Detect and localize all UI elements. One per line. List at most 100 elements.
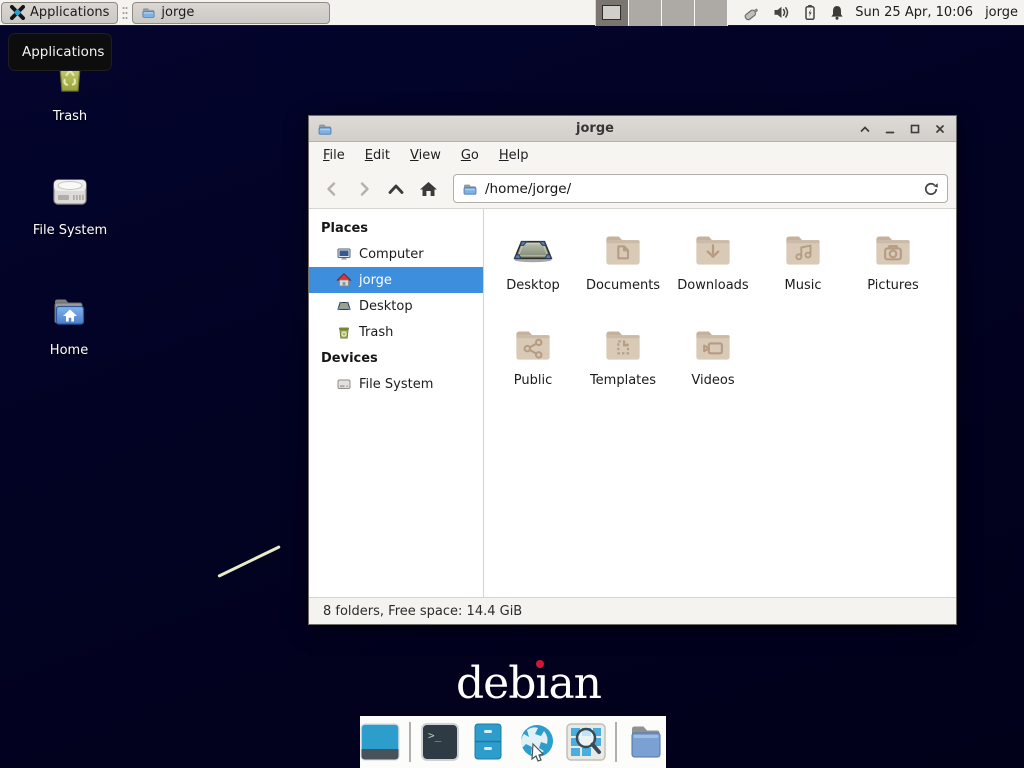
file-item-label: Pictures (848, 278, 938, 293)
menu-help[interactable]: Help (489, 144, 539, 167)
sidebar: Places Computer jorge (309, 209, 484, 597)
notifications-bell-icon[interactable] (829, 4, 845, 21)
music-folder-icon (778, 225, 828, 275)
xfce-logo-icon (10, 5, 25, 20)
back-button[interactable] (317, 174, 347, 204)
workspace-4[interactable] (695, 0, 728, 26)
file-item-music[interactable]: Music (758, 225, 848, 320)
status-text: 8 folders, Free space: 14.4 GiB (323, 604, 522, 619)
file-item-label: Templates (578, 373, 668, 388)
application-finder-icon[interactable] (566, 721, 606, 763)
volume-icon[interactable] (773, 4, 791, 21)
sidebar-item-label: Computer (359, 247, 424, 262)
terminal-icon[interactable]: >_ (420, 721, 460, 763)
applications-tooltip: Applications (8, 33, 112, 71)
file-item-templates[interactable]: Templates (578, 320, 668, 415)
directory-menu-icon[interactable] (626, 721, 666, 763)
panel-drag-handle[interactable] (121, 4, 129, 22)
battery-charging-icon[interactable] (802, 4, 818, 21)
desktop-icon-label: Home (21, 343, 117, 358)
folder-icon (141, 5, 156, 20)
computer-icon (336, 246, 352, 262)
sidebar-item-computer[interactable]: Computer (309, 241, 483, 267)
file-item-desktop[interactable]: Desktop (488, 225, 578, 320)
desktop-icon-label: File System (22, 223, 118, 238)
path-folder-icon (462, 181, 478, 197)
workspace-1[interactable] (596, 0, 629, 26)
sidebar-item-trash[interactable]: Trash (309, 319, 483, 345)
templates-folder-icon (598, 320, 648, 370)
desktop-small-icon (336, 298, 352, 314)
path-input[interactable]: /home/jorge/ (485, 181, 916, 197)
up-button[interactable] (381, 174, 411, 204)
file-item-videos[interactable]: Videos (668, 320, 758, 415)
workspace-3[interactable] (662, 0, 695, 26)
document-folder-icon (598, 225, 648, 275)
device-tray-icon[interactable] (742, 4, 762, 22)
window-titlebar[interactable]: jorge (309, 116, 956, 142)
minimize-button[interactable] (882, 121, 898, 137)
applications-menu-button[interactable]: Applications (1, 2, 118, 24)
sidebar-item-label: Trash (359, 325, 393, 340)
dock-separator (615, 722, 617, 762)
forward-button[interactable] (349, 174, 379, 204)
taskbar-window-label: jorge (161, 5, 194, 20)
workspace-switcher[interactable] (595, 0, 728, 26)
sidebar-item-label: jorge (359, 273, 392, 288)
file-manager-icon[interactable] (469, 721, 509, 763)
sidebar-item-jorge[interactable]: jorge (309, 267, 483, 293)
workspace-window-miniature (602, 5, 621, 20)
file-item-label: Videos (668, 373, 758, 388)
shade-button[interactable] (857, 121, 873, 137)
sidebar-places-header: Places (309, 215, 483, 241)
statusbar: 8 folders, Free space: 14.4 GiB (309, 597, 956, 624)
home-folder-icon (43, 288, 95, 338)
taskbar-window-button[interactable]: jorge (132, 2, 330, 24)
home-button[interactable] (413, 174, 443, 204)
close-button[interactable] (932, 121, 948, 137)
menu-file[interactable]: File (313, 144, 355, 167)
file-item-label: Desktop (488, 278, 578, 293)
system-tray (742, 4, 845, 22)
panel-clock[interactable]: Sun 25 Apr, 10:06 (855, 5, 973, 20)
web-browser-icon[interactable] (517, 721, 557, 763)
maximize-button[interactable] (907, 121, 923, 137)
sidebar-devices-header: Devices (309, 345, 483, 371)
menu-edit[interactable]: Edit (355, 144, 400, 167)
menu-go[interactable]: Go (451, 144, 489, 167)
file-item-documents[interactable]: Documents (578, 225, 668, 320)
trash-small-icon (336, 324, 352, 340)
file-item-downloads[interactable]: Downloads (668, 225, 758, 320)
download-folder-icon (688, 225, 738, 275)
dock-separator (409, 722, 411, 762)
diagonal-line-artifact (217, 545, 280, 578)
svg-text:>_: >_ (428, 729, 442, 742)
file-item-pictures[interactable]: Pictures (848, 225, 938, 320)
workspace-2[interactable] (629, 0, 662, 26)
drive-icon (44, 168, 96, 218)
show-desktop-icon[interactable] (360, 721, 400, 763)
file-item-public[interactable]: Public (488, 320, 578, 415)
videos-folder-icon (688, 320, 738, 370)
sidebar-item-label: Desktop (359, 299, 413, 314)
sidebar-item-desktop[interactable]: Desktop (309, 293, 483, 319)
file-item-label: Documents (578, 278, 668, 293)
debian-wordmark: debıan (456, 658, 601, 709)
dock: >_ (360, 716, 666, 768)
window-folder-icon (317, 121, 333, 137)
sidebar-item-file-system[interactable]: File System (309, 371, 483, 397)
file-item-label: Music (758, 278, 848, 293)
reload-icon[interactable] (923, 181, 939, 197)
panel-username[interactable]: jorge (985, 5, 1018, 20)
file-view[interactable]: Desktop Documents (484, 209, 956, 597)
desktop-icon-home[interactable]: Home (21, 288, 117, 358)
path-bar[interactable]: /home/jorge/ (453, 174, 948, 203)
drive-small-icon (336, 376, 352, 392)
pictures-folder-icon (868, 225, 918, 275)
menu-view[interactable]: View (400, 144, 451, 167)
sidebar-item-label: File System (359, 377, 433, 392)
tooltip-text: Applications (22, 44, 104, 60)
file-manager-window: jorge File Edit View Go Help (308, 115, 957, 625)
desktop-icon-file-system[interactable]: File System (22, 168, 118, 238)
top-panel: Applications jorge (0, 0, 1024, 26)
